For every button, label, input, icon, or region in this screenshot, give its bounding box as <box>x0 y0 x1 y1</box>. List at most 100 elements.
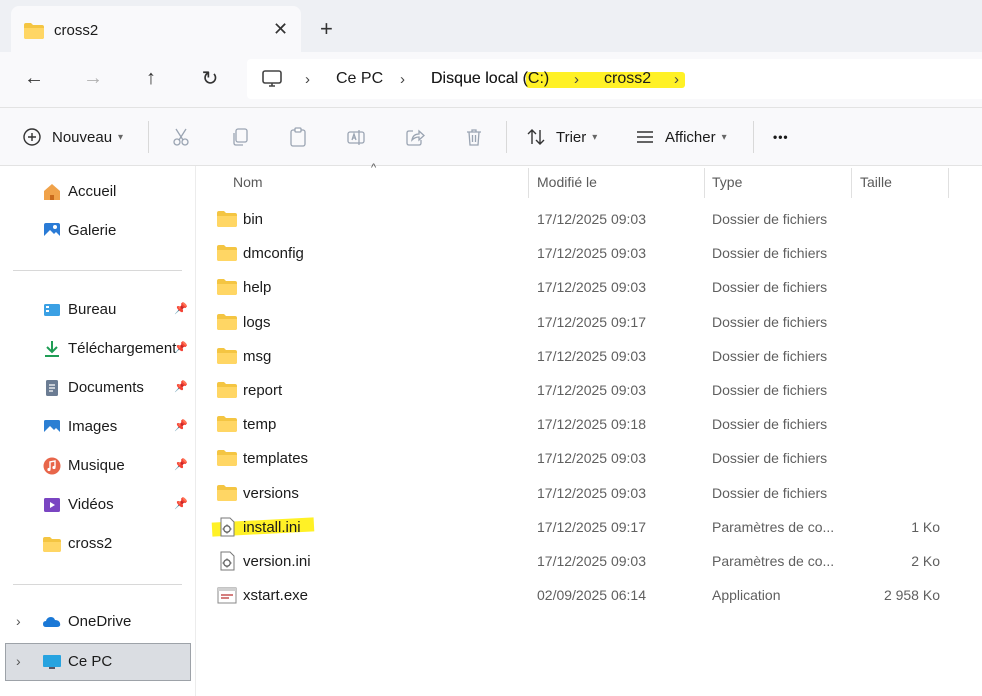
navigation-pane: Accueil Galerie Bureau 📌 Téléchargement … <box>0 166 196 696</box>
column-divider[interactable] <box>528 168 529 198</box>
column-header-type[interactable]: Type <box>712 174 742 190</box>
chevron-down-icon: ▾ <box>118 131 124 143</box>
command-bar: Nouveau ▾ Trier ▾ Afficher ▾ ••• <box>0 108 982 166</box>
pin-icon: 📌 <box>174 459 188 471</box>
sidebar-item-videos[interactable]: Vidéos 📌 <box>0 487 192 523</box>
file-name: xstart.exe <box>243 587 309 605</box>
file-name: logs <box>243 313 271 331</box>
share-icon[interactable] <box>405 127 425 147</box>
file-row[interactable]: version.ini 17/12/2025 09:03 Paramètres de… <box>196 544 982 578</box>
paste-icon[interactable] <box>288 127 308 147</box>
close-tab-icon[interactable]: ✕ <box>273 19 288 39</box>
divider <box>506 121 507 153</box>
file-name: bin <box>243 211 264 228</box>
up-button[interactable]: ↑ <box>139 66 163 90</box>
expand-chevron-icon[interactable]: › <box>16 653 21 669</box>
view-button[interactable]: Afficher ▾ <box>635 125 727 149</box>
file-name: msg <box>243 347 272 365</box>
file-modified: 17/12/2025 09:03 <box>537 553 646 569</box>
file-row[interactable]: install.ini 17/12/2025 09:17 Paramètres de… <box>196 510 982 544</box>
onedrive-icon <box>43 617 61 627</box>
cut-icon[interactable] <box>171 127 191 147</box>
column-header-modified[interactable]: Modifié le <box>537 174 597 190</box>
sort-button-label: Trier <box>556 128 587 146</box>
file-type: Dossier de fichiers <box>712 450 828 467</box>
breadcrumb-item-ce-pc[interactable]: Ce PC <box>336 59 383 99</box>
column-divider[interactable] <box>948 168 949 198</box>
rename-icon[interactable] <box>346 127 366 147</box>
breadcrumb-item-label-overlay: Disque local (C:) <box>431 70 550 87</box>
breadcrumb-item-cross2[interactable]: cross2 <box>604 59 651 99</box>
sidebar-item-label: Musique <box>68 457 125 474</box>
folder-icon <box>43 537 61 552</box>
documents-icon <box>46 380 58 396</box>
new-button[interactable]: Nouveau ▾ <box>22 125 123 149</box>
address-bar[interactable]: › Ce PC › Disque local (C:) Disque local… <box>247 59 982 99</box>
file-modified: 17/12/2025 09:17 <box>537 313 646 330</box>
column-divider[interactable] <box>851 168 852 198</box>
sidebar-divider <box>13 270 182 271</box>
file-type: Dossier de fichiers <box>712 347 828 364</box>
file-row[interactable]: msg 17/12/2025 09:03 Dossier de fichiers <box>196 339 982 373</box>
expand-chevron-icon[interactable]: › <box>16 613 21 629</box>
sidebar-item-accueil[interactable]: Accueil <box>0 174 192 210</box>
sidebar-item-bureau[interactable]: Bureau 📌 <box>0 292 192 328</box>
file-name: help <box>243 279 272 297</box>
settings-file-icon <box>220 517 235 537</box>
sidebar-item-ce-pc[interactable]: › Ce PC <box>5 643 191 681</box>
file-type: Dossier de fichiers <box>712 416 828 433</box>
file-size: 2 Ko <box>911 553 940 569</box>
copy-icon[interactable] <box>230 127 250 147</box>
breadcrumb-separator: › <box>574 70 579 88</box>
sidebar-item-label: Téléchargement <box>68 340 177 357</box>
delete-icon[interactable] <box>464 127 484 147</box>
file-row[interactable]: report 17/12/2025 09:03 Dossier de fichier… <box>196 373 982 407</box>
column-header-size[interactable]: Taille <box>860 174 892 190</box>
folder-icon <box>217 416 237 433</box>
file-modified: 17/12/2025 09:03 <box>537 484 646 501</box>
navigation-bar: ← → ↑ ↻ › Ce PC › Disque local (C:) Disq… <box>0 52 982 108</box>
sidebar-item-label: Galerie <box>68 222 117 239</box>
application-icon <box>217 587 237 604</box>
file-row[interactable]: dmconfig 17/12/2025 09:03 Dossier de fichi… <box>196 236 982 270</box>
sidebar-item-galerie[interactable]: Galerie <box>0 213 192 249</box>
pin-icon: 📌 <box>174 303 188 315</box>
sidebar-item-telechargement[interactable]: Téléchargement 📌 <box>0 331 192 367</box>
sort-button[interactable]: Trier ▾ <box>526 125 597 149</box>
file-modified: 17/12/2025 09:03 <box>537 279 646 296</box>
sidebar-item-musique[interactable]: Musique 📌 <box>0 448 192 484</box>
file-name: temp <box>243 416 277 434</box>
divider <box>753 121 754 153</box>
file-row[interactable]: bin 17/12/2025 09:03 Dossier de fichiers <box>196 202 982 236</box>
file-row[interactable]: temp 17/12/2025 09:18 Dossier de fichiers <box>196 407 982 441</box>
file-row[interactable]: logs 17/12/2025 09:17 Dossier de fichiers <box>196 305 982 339</box>
file-row[interactable]: versions 17/12/2025 09:03 Dossier de fichi… <box>196 476 982 510</box>
folder-icon <box>217 382 237 398</box>
file-name: version.ini <box>243 553 311 570</box>
more-options-button[interactable]: ••• <box>773 125 789 149</box>
pin-icon: 📌 <box>174 420 188 432</box>
new-tab-button[interactable]: + <box>320 18 333 40</box>
sidebar-item-documents[interactable]: Documents 📌 <box>0 370 192 406</box>
tab-cross2[interactable]: cross2 ✕ <box>11 6 301 58</box>
file-row[interactable]: templates 17/12/2025 09:03 Dossier de fich… <box>196 441 982 475</box>
forward-button[interactable]: → <box>81 66 105 90</box>
sidebar-item-label: cross2 <box>68 535 113 552</box>
file-type: Application <box>712 587 781 604</box>
column-divider[interactable] <box>704 168 705 198</box>
refresh-button[interactable]: ↻ <box>198 66 222 90</box>
sidebar-item-cross2[interactable]: cross2 <box>0 526 192 562</box>
file-row[interactable]: xstart.exe 02/09/2025 06:14 Application 2 9… <box>196 578 982 612</box>
file-type: Dossier de fichiers <box>712 211 828 227</box>
breadcrumb-separator: › <box>400 70 405 88</box>
sidebar-item-onedrive[interactable]: › OneDrive <box>0 604 192 640</box>
file-type: Dossier de fichiers <box>712 382 828 398</box>
back-button[interactable]: ← <box>22 66 46 90</box>
column-header-name[interactable]: Nom <box>233 174 263 190</box>
desktop-icon <box>44 304 60 316</box>
images-icon <box>44 420 60 434</box>
folder-icon <box>217 484 237 501</box>
file-modified: 02/09/2025 06:14 <box>537 587 646 604</box>
sidebar-item-images[interactable]: Images 📌 <box>0 409 192 445</box>
file-row[interactable]: help 17/12/2025 09:03 Dossier de fichiers <box>196 270 982 304</box>
